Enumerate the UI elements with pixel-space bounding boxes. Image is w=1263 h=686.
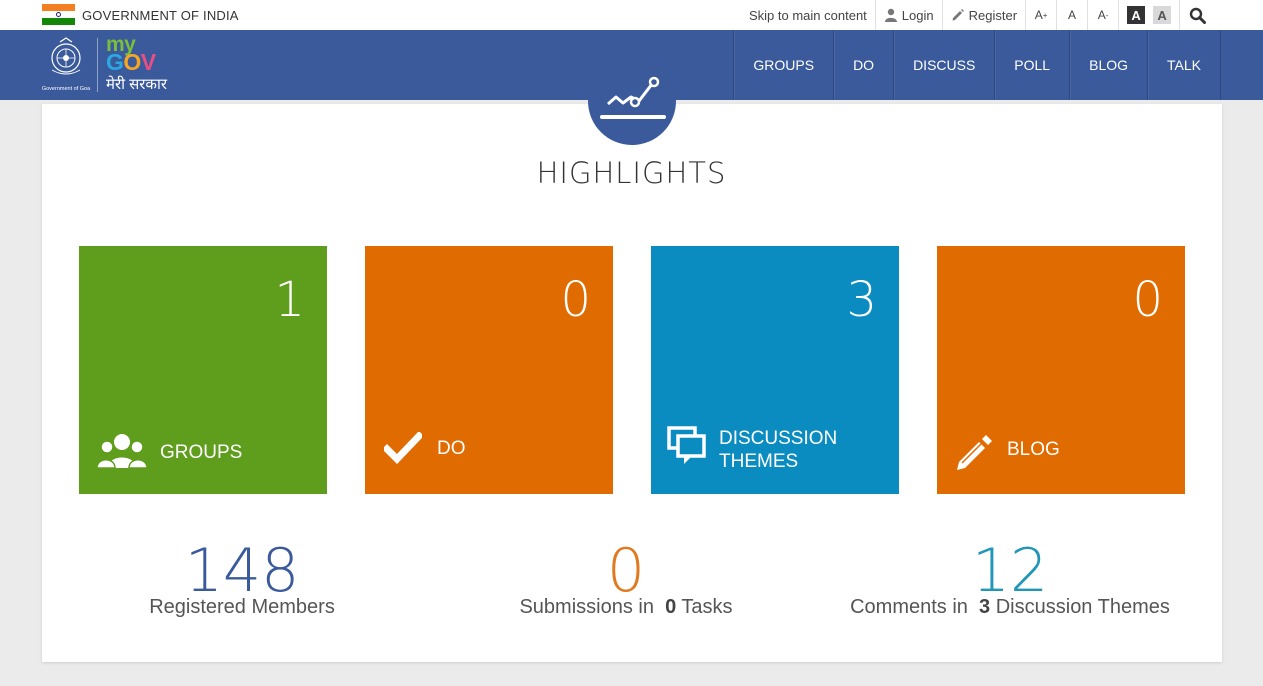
india-flag-icon — [42, 4, 75, 25]
font-normal-button[interactable]: A — [1057, 0, 1087, 30]
submissions-count: 0 — [606, 536, 646, 606]
logo-divider — [97, 38, 98, 92]
goa-emblem-logo[interactable]: Government of Goa — [42, 36, 90, 92]
main-menu: GROUPS DO DISCUSS POLL BLOG TALK — [733, 30, 1221, 100]
discussion-count: 3 — [846, 272, 877, 328]
members-text: Registered Members — [149, 596, 335, 618]
comments-count: 12 — [971, 536, 1049, 606]
login-label: Login — [901, 7, 934, 23]
login-link[interactable]: Login — [876, 0, 942, 30]
font-increase-button[interactable]: A + — [1026, 0, 1056, 30]
checkmark-icon — [384, 432, 422, 464]
do-count: 0 — [560, 272, 591, 328]
register-link[interactable]: Register — [943, 0, 1025, 30]
stat-comments: 12 Comments in 3 Discussion Themes — [820, 540, 1200, 619]
state-emblem-icon — [51, 37, 81, 75]
members-count: 148 — [184, 536, 300, 606]
mygov-logo[interactable]: my GOV मेरी सरकार — [106, 33, 178, 95]
top-utility-bar: GOVERNMENT OF INDIA Skip to main content… — [0, 0, 1263, 30]
nav-blog[interactable]: BLOG — [1069, 30, 1147, 100]
utility-links: Skip to main content Login Register A + A… — [741, 0, 1219, 30]
skip-label: Skip to main content — [749, 7, 867, 23]
logo-hindi-tagline: मेरी सरकार — [106, 76, 167, 93]
search-button[interactable] — [1180, 0, 1219, 30]
discussion-themes-tile[interactable]: 3 DISCUSSION THEMES — [651, 246, 899, 494]
skip-to-main-content-link[interactable]: Skip to main content — [741, 0, 875, 30]
register-label: Register — [968, 7, 1018, 23]
blog-label: BLOG — [1007, 439, 1060, 460]
logo-gov: GOV — [106, 49, 156, 75]
groups-label: GROUPS — [160, 442, 243, 463]
analytics-chart-icon — [600, 76, 666, 119]
highlights-title: HIGHLIGHTS — [536, 156, 727, 190]
do-label: DO — [437, 438, 466, 459]
normal-contrast-button[interactable]: A — [1153, 6, 1172, 24]
nav-discuss[interactable]: DISCUSS — [893, 30, 994, 100]
emblem-caption: Government of Goa — [41, 86, 91, 92]
stat-submissions: 0 Submissions in 0 Tasks — [486, 540, 766, 619]
search-icon — [1189, 7, 1207, 24]
nav-groups[interactable]: GROUPS — [733, 30, 833, 100]
comments-text: Comments in 3 Discussion Themes — [850, 596, 1170, 618]
pencil-icon — [957, 435, 992, 470]
stat-registered-members: 148 Registered Members — [122, 540, 362, 619]
submissions-text: Submissions in 0 Tasks — [519, 596, 733, 618]
user-icon — [884, 8, 897, 22]
high-contrast-button[interactable]: A — [1127, 6, 1146, 24]
groups-count: 1 — [274, 272, 305, 328]
blog-tile[interactable]: 0 BLOG — [937, 246, 1185, 494]
nav-talk[interactable]: TALK — [1147, 30, 1221, 100]
chat-bubbles-icon — [667, 426, 706, 464]
pencil-icon — [952, 9, 964, 21]
nav-poll[interactable]: POLL — [994, 30, 1069, 100]
highlights-badge — [588, 57, 676, 145]
government-of-india-link[interactable]: GOVERNMENT OF INDIA — [82, 8, 239, 23]
discussion-label: DISCUSSION THEMES — [719, 428, 838, 472]
nav-do[interactable]: DO — [833, 30, 893, 100]
font-decrease-button[interactable]: A- — [1088, 0, 1118, 30]
users-icon — [97, 434, 147, 469]
blog-count: 0 — [1132, 272, 1163, 328]
groups-tile[interactable]: 1 GROUPS — [79, 246, 327, 494]
do-tile[interactable]: 0 DO — [365, 246, 613, 494]
